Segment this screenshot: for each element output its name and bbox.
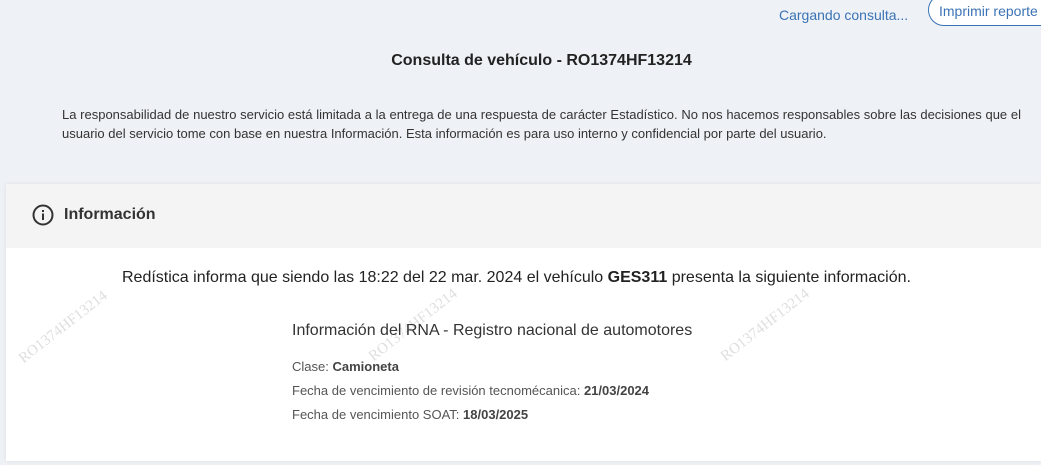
rna-section-title: Información del RNA - Registro nacional … [292, 322, 693, 339]
report-statement: Redística informa que siendo las 18:22 d… [122, 269, 911, 287]
rna-row-class: Clase: Camioneta [292, 359, 399, 374]
rna-row-value: 18/03/2025 [463, 407, 529, 422]
info-circle-icon [32, 204, 54, 226]
print-report-button[interactable]: Imprimir reporte [928, 0, 1041, 26]
card-title: Información [64, 206, 156, 223]
report-suffix: presenta la siguiente información. [671, 269, 911, 286]
information-card: Información RO1374HF13214 RO1374HF13214 … [6, 184, 1041, 461]
rna-row-value: Camioneta [332, 359, 399, 374]
report-prefix: Redística informa que siendo las 18:22 d… [122, 269, 604, 286]
vehicle-plate: GES311 [607, 269, 668, 286]
watermark: RO1374HF13214 [16, 287, 111, 367]
watermark: RO1374HF13214 [718, 285, 813, 365]
rna-row-label: Fecha de vencimiento SOAT: [292, 407, 460, 422]
rna-row-tech-review: Fecha de vencimiento de revisión tecnomé… [292, 383, 649, 398]
page-title: Consulta de vehículo - RO1374HF13214 [391, 52, 692, 69]
card-header: Información [6, 184, 1041, 248]
rna-row-label: Clase: [292, 359, 329, 374]
top-bar: Cargando consulta... Imprimir reporte [0, 0, 1041, 30]
rna-row-value: 21/03/2024 [583, 383, 650, 398]
loading-status: Cargando consulta... [779, 7, 909, 23]
rna-row-label: Fecha de vencimiento de revisión tecnomé… [292, 383, 581, 398]
rna-row-soat: Fecha de vencimiento SOAT: 18/03/2025 [292, 407, 528, 422]
disclaimer-text: La responsabilidad de nuestro servicio e… [62, 107, 1021, 141]
